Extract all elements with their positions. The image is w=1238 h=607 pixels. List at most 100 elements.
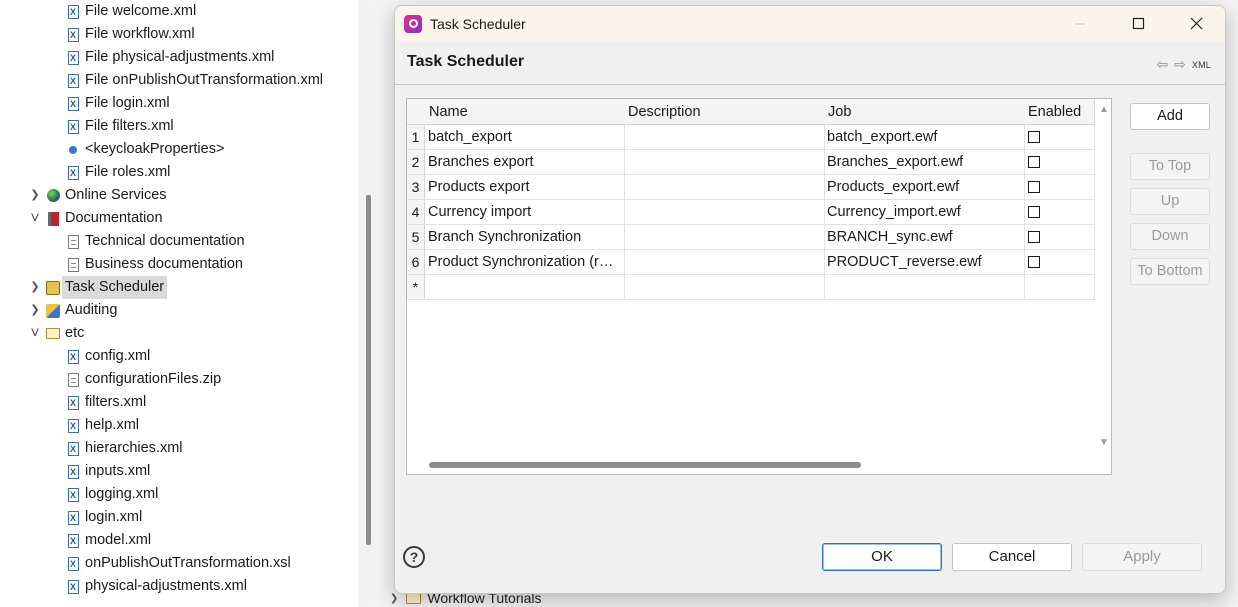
tree-item[interactable]: ˅ etc (28, 322, 84, 345)
tree-scrollbar[interactable] (366, 195, 371, 545)
tree-item[interactable]: Technical documentation (66, 230, 245, 253)
new-row-cell-enabled[interactable] (1024, 275, 1095, 300)
tree-item[interactable]: X File filters.xml (66, 115, 174, 138)
chevron-right-icon[interactable]: ❯ (28, 304, 42, 318)
new-row-cell-job[interactable] (824, 275, 1025, 300)
enabled-checkbox[interactable] (1028, 181, 1040, 193)
xml-view-icon[interactable]: XML (1192, 60, 1211, 70)
tree-item[interactable]: X File roles.xml (66, 161, 170, 184)
chevron-right-icon[interactable]: ❯ (28, 189, 42, 203)
maximize-button[interactable] (1109, 6, 1167, 41)
tree-item[interactable]: ❯ Auditing (28, 299, 117, 322)
enabled-checkbox[interactable] (1028, 256, 1040, 268)
tree-item[interactable]: Xfilters.xml (66, 391, 146, 414)
cancel-button[interactable]: Cancel (952, 543, 1072, 571)
dialog-header: Task Scheduler ⇦ ⇨ XML (395, 41, 1225, 85)
column-header-name[interactable]: Name (425, 99, 625, 125)
tree-item[interactable]: X File welcome.xml (66, 0, 196, 23)
cell-name[interactable]: Currency import (425, 200, 625, 225)
tree-item-label: onPublishOutTransformation.xsl (85, 555, 291, 571)
tree-item[interactable]: configurationFiles.zip (66, 368, 221, 391)
cell-description[interactable] (624, 175, 825, 200)
cell-job[interactable]: Branches_export.ewf (824, 150, 1025, 175)
tree-item[interactable]: ❯ Online Services (28, 184, 166, 207)
cell-name[interactable]: batch_export (425, 125, 625, 150)
task-scheduler-dialog: Task Scheduler Task Scheduler ⇦ ⇨ XML Na… (394, 5, 1226, 594)
tree-item[interactable]: ❯ Task Scheduler (28, 276, 168, 299)
tree-item[interactable]: ˅ Documentation (28, 207, 162, 230)
cell-description[interactable] (624, 125, 825, 150)
close-button[interactable] (1167, 6, 1225, 41)
cell-job[interactable]: batch_export.ewf (824, 125, 1025, 150)
tree-item[interactable]: <keycloakProperties> (66, 138, 224, 161)
to-top-button[interactable]: To Top (1130, 153, 1210, 180)
column-header-description[interactable]: Description (624, 99, 825, 125)
column-header-job[interactable]: Job (824, 99, 1025, 125)
xml-file-icon: X (66, 556, 80, 572)
tree-item[interactable]: XonPublishOutTransformation.xsl (66, 552, 291, 575)
down-button[interactable]: Down (1130, 223, 1210, 250)
cell-job[interactable]: PRODUCT_reverse.ewf (824, 250, 1025, 275)
tree-item[interactable]: Xconfig.xml (66, 345, 150, 368)
row-number[interactable]: 5 (407, 225, 425, 250)
scroll-down-icon[interactable]: ▼ (1099, 437, 1109, 448)
folder-icon (46, 326, 60, 342)
arrow-right-icon[interactable]: ⇨ (1174, 56, 1186, 73)
tree-item[interactable]: Xmodel.xml (66, 529, 151, 552)
ok-button[interactable]: OK (822, 543, 942, 571)
tree-item-label: etc (65, 325, 85, 341)
tree-item[interactable]: X File physical-adjustments.xml (66, 46, 274, 69)
new-row-cell-description[interactable] (624, 275, 825, 300)
up-button[interactable]: Up (1130, 188, 1210, 215)
add-button[interactable]: Add (1130, 103, 1210, 130)
dialog-titlebar[interactable]: Task Scheduler (395, 6, 1225, 41)
enabled-checkbox[interactable] (1028, 206, 1040, 218)
xml-file-icon: X (66, 50, 80, 66)
row-number[interactable]: 6 (407, 250, 425, 275)
tree-item[interactable]: Xlogging.xml (66, 483, 158, 506)
row-number[interactable]: 1 (407, 125, 425, 150)
cell-job[interactable]: BRANCH_sync.ewf (824, 225, 1025, 250)
row-number[interactable]: 4 (407, 200, 425, 225)
tree-item[interactable]: X File login.xml (66, 92, 170, 115)
new-row-cell-name[interactable] (425, 275, 625, 300)
chevron-down-icon[interactable]: ˅ (28, 210, 42, 227)
tree-item[interactable]: Xinputs.xml (66, 460, 150, 483)
scroll-up-icon[interactable]: ▲ (1099, 104, 1109, 115)
apply-button[interactable]: Apply (1082, 543, 1202, 571)
horizontal-scrollbar[interactable] (429, 462, 861, 468)
tree-item[interactable]: X File workflow.xml (66, 23, 195, 46)
chevron-down-icon[interactable]: ˅ (28, 325, 42, 342)
tree-item[interactable]: Xhierarchies.xml (66, 437, 183, 460)
cell-description[interactable] (624, 250, 825, 275)
cell-description[interactable] (624, 150, 825, 175)
cell-description[interactable] (624, 200, 825, 225)
new-row-marker[interactable]: * (407, 275, 425, 300)
cell-name[interactable]: Branches export (425, 150, 625, 175)
xml-file-icon: X (66, 119, 80, 135)
row-number[interactable]: 2 (407, 150, 425, 175)
tree-item[interactable]: Xphysical-adjustments.xml (66, 575, 247, 598)
tree-item[interactable]: X File onPublishOutTransformation.xml (66, 69, 323, 92)
tree-item[interactable]: Xlogin.xml (66, 506, 142, 529)
column-header-enabled[interactable]: Enabled (1024, 99, 1095, 125)
nav-icons: ⇦ ⇨ XML (1156, 56, 1211, 73)
cell-job[interactable]: Products_export.ewf (824, 175, 1025, 200)
chevron-right-icon[interactable]: ❯ (28, 281, 42, 295)
cell-job[interactable]: Currency_import.ewf (824, 200, 1025, 225)
enabled-checkbox[interactable] (1028, 231, 1040, 243)
cell-name[interactable]: Branch Synchronization (425, 225, 625, 250)
enabled-checkbox[interactable] (1028, 131, 1040, 143)
enabled-checkbox[interactable] (1028, 156, 1040, 168)
row-number[interactable]: 3 (407, 175, 425, 200)
maximize-icon (1132, 17, 1144, 30)
cell-name[interactable]: Product Synchronization (r… (425, 250, 625, 275)
cell-description[interactable] (624, 225, 825, 250)
help-icon[interactable]: ? (403, 546, 425, 568)
tree-item[interactable]: Xhelp.xml (66, 414, 139, 437)
minimize-button[interactable] (1051, 6, 1109, 41)
cell-name[interactable]: Products export (425, 175, 625, 200)
to-bottom-button[interactable]: To Bottom (1130, 258, 1210, 285)
tree-item[interactable]: Business documentation (66, 253, 243, 276)
arrow-left-icon[interactable]: ⇦ (1156, 56, 1168, 73)
